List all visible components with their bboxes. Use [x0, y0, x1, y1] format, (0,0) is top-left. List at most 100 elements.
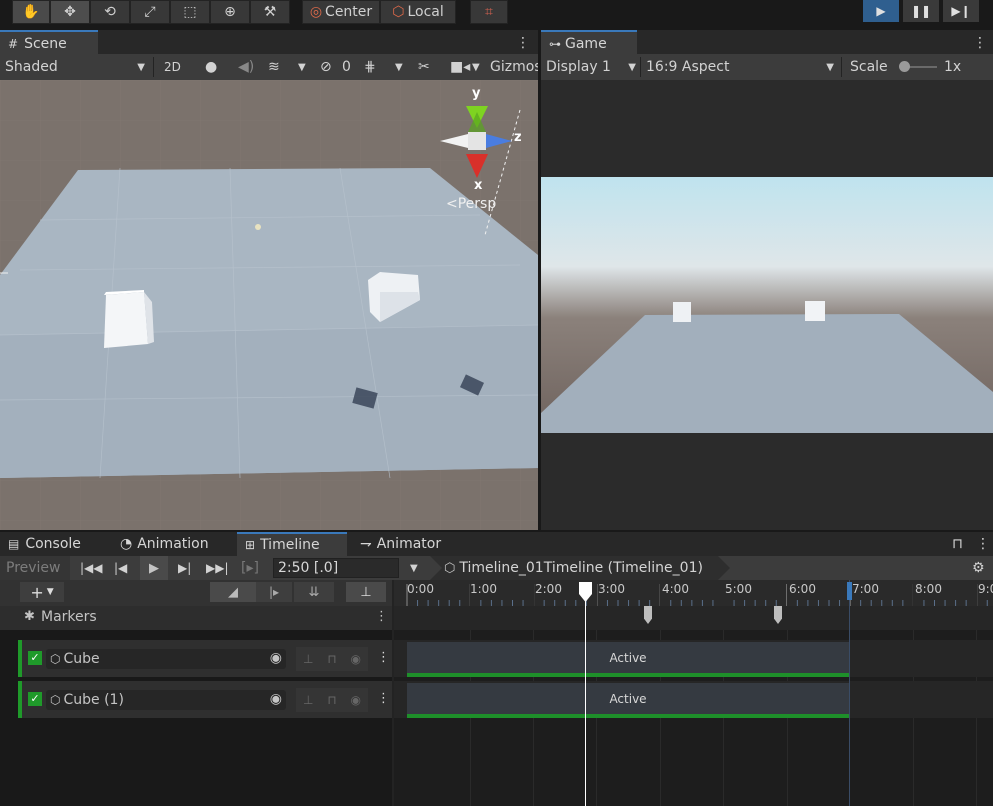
scene-menu-icon[interactable]: ⋮ [516, 30, 530, 56]
track-header-cube-1[interactable]: ✓ ⬡ Cube (1) ◉ ⊥ ⊓ ◉ ⋮ [18, 681, 392, 718]
lock-icon[interactable]: ⊓ [952, 532, 963, 556]
pin-icon[interactable]: ⊥ [303, 652, 313, 666]
scene-viewport[interactable]: y z x <Persp [0, 80, 538, 530]
object-picker-icon[interactable]: ◉ [270, 691, 282, 707]
play-button[interactable]: ▶ [863, 0, 899, 22]
game-menu-icon[interactable]: ⋮ [973, 30, 987, 56]
timeline-end-marker[interactable] [847, 582, 852, 600]
scale-icon: ⤢ [144, 4, 156, 20]
scale-slider-handle[interactable] [899, 61, 910, 72]
hand-tool-button[interactable]: ✋ [12, 0, 50, 24]
ruler-label: 4:00 [662, 582, 689, 596]
preview-button[interactable]: Preview [0, 556, 70, 580]
play-timeline-button[interactable]: ▶ [140, 556, 168, 580]
cube-object[interactable] [104, 290, 154, 348]
tab-animation[interactable]: ◔ Animation [112, 532, 244, 556]
display-dropdown[interactable]: Display 1 ▼ [546, 54, 638, 80]
markers-track-header[interactable]: ✱ Markers ⋮ [0, 606, 392, 630]
ruler-label: 9:0 [978, 582, 993, 596]
camera-icon[interactable]: ■◂ [450, 54, 470, 80]
go-to-start-icon[interactable]: |◀◀ [80, 556, 103, 580]
markers-track[interactable] [394, 606, 993, 630]
tab-timeline[interactable]: ⊞ Timeline [237, 532, 347, 556]
go-to-end-icon[interactable]: ▶▶| [206, 556, 229, 580]
ripple-mode-button[interactable]: |▸ [256, 582, 292, 602]
track-active-checkbox[interactable]: ✓ [28, 651, 42, 665]
tab-console[interactable]: ▤ Console [0, 532, 118, 556]
breadcrumb[interactable]: ⬡ Timeline_01Timeline (Timeline_01) [430, 556, 730, 580]
track-header-cube[interactable]: ✓ ⬡ Cube ◉ ⊥ ⊓ ◉ ⋮ [18, 640, 392, 677]
effects-icon[interactable]: ≋ [268, 54, 280, 80]
lock-icon[interactable]: ⊓ [327, 693, 336, 707]
gamepad-icon: ⊶ [549, 37, 561, 51]
custom-tool-button[interactable]: ⚒ [250, 0, 290, 24]
clip-edit-mode-button[interactable]: ◢ [210, 582, 256, 602]
move-tool-button[interactable]: ✥ [50, 0, 90, 24]
eye-icon[interactable]: ◉ [351, 652, 361, 666]
pause-button[interactable]: ❚❚ [903, 0, 939, 22]
game-viewport[interactable] [541, 80, 993, 530]
replace-mode-button[interactable]: ⇊ [294, 582, 334, 602]
tab-animator[interactable]: ⇁ Animator [352, 532, 470, 556]
scale-tool-button[interactable]: ⤢ [130, 0, 170, 24]
persp-toggle[interactable]: <Persp [446, 196, 496, 212]
track-menu-icon[interactable]: ⋮ [377, 650, 390, 665]
tab-game[interactable]: ⊶ Game [541, 30, 637, 56]
next-frame-icon[interactable]: ▶| [178, 556, 191, 580]
marker[interactable] [644, 606, 652, 624]
gizmos-dropdown[interactable]: Gizmos [490, 54, 538, 80]
space-local-button[interactable]: ⬡ Local [380, 0, 456, 24]
light-icon[interactable]: ● [205, 54, 217, 80]
cube-icon: ⬡ [50, 652, 61, 666]
grid-snap-button[interactable]: ⌗ [470, 0, 508, 24]
activation-clip[interactable]: Active [407, 642, 849, 677]
settings-gear-icon[interactable]: ⚙ [972, 556, 985, 580]
visibility-icon[interactable]: ⊘ [320, 54, 332, 80]
effects-dropdown-icon[interactable]: ▼ [298, 54, 306, 80]
previous-frame-icon[interactable]: |◀ [114, 556, 127, 580]
time-field[interactable]: 2:50 [.0] [273, 558, 399, 578]
axis-z-label: z [514, 130, 522, 145]
eye-icon[interactable]: ◉ [351, 693, 361, 707]
shading-mode-dropdown[interactable]: Shaded ▼ [5, 54, 151, 80]
rect-tool-button[interactable]: ⬚ [170, 0, 210, 24]
grid-snap-icon[interactable]: ⋕ [364, 54, 376, 80]
snap-button[interactable]: ⊥ [346, 582, 386, 602]
play-icon: ▶ [149, 560, 159, 576]
rotate-tool-button[interactable]: ⟲ [90, 0, 130, 24]
light-gizmo[interactable] [255, 224, 261, 230]
track-active-checkbox[interactable]: ✓ [28, 692, 42, 706]
tab-scene[interactable]: # Scene [0, 30, 98, 56]
track-binding-field[interactable]: ⬡ Cube (1) ◉ [46, 690, 286, 710]
aspect-dropdown[interactable]: 16:9 Aspect ▼ [646, 54, 836, 80]
loop-icon[interactable]: [▸] [241, 556, 259, 580]
pivot-center-button[interactable]: ◎ Center [302, 0, 380, 24]
transform-tool-button[interactable]: ⊕ [210, 0, 250, 24]
2d-toggle[interactable]: 2D [164, 54, 181, 80]
tools-icon[interactable]: ✂ [418, 54, 430, 80]
object-picker-icon[interactable]: ◉ [270, 650, 282, 666]
track-menu-icon[interactable]: ⋮ [377, 691, 390, 706]
activation-clip[interactable]: Active [407, 683, 849, 718]
lock-icon[interactable]: ⊓ [327, 652, 336, 666]
time-field-value: 2:50 [.0] [278, 560, 339, 576]
marker[interactable] [774, 606, 782, 624]
camera-dropdown-icon[interactable]: ▼ [472, 54, 480, 80]
add-track-button[interactable]: + ▼ [20, 582, 64, 602]
time-ruler[interactable]: 0:00 1:00 2:00 3:00 4:00 5:00 6:00 7:00 … [394, 580, 993, 606]
time-format-dropdown-icon[interactable]: ▼ [410, 556, 418, 580]
pin-icon[interactable]: ⊥ [303, 693, 313, 707]
scene-toolbar: Shaded ▼ 2D ● ◀) ≋ ▼ ⊘ 0 ⋕ ▼ ✂ ■◂ ▼ Gizm… [0, 54, 538, 80]
audio-icon[interactable]: ◀) [238, 54, 254, 80]
step-button[interactable]: ▶❙ [943, 0, 979, 22]
track-binding-field[interactable]: ⬡ Cube ◉ [46, 649, 286, 669]
pivot-icon: ◎ [309, 4, 323, 20]
markers-menu-icon[interactable]: ⋮ [375, 609, 388, 624]
bottom-tab-bar: ▤ Console ◔ Animation ⊞ Timeline ⇁ Animator … [0, 532, 993, 556]
grid-dropdown-icon[interactable]: ▼ [395, 54, 403, 80]
timeline-menu-icon[interactable]: ⋮ [976, 532, 990, 556]
move-icon: ✥ [64, 4, 76, 20]
ruler-label: 5:00 [725, 582, 752, 596]
timeline-end-line [849, 580, 850, 806]
timeline-content[interactable]: 0:00 1:00 2:00 3:00 4:00 5:00 6:00 7:00 … [394, 580, 993, 806]
